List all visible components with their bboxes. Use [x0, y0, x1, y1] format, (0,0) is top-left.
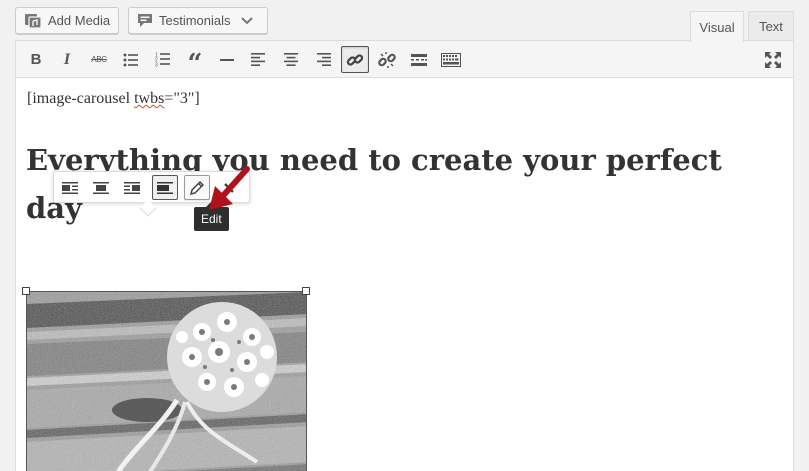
bold-button[interactable]: B	[22, 46, 50, 73]
image-align-none-button[interactable]	[152, 175, 178, 200]
image-align-left-icon	[62, 181, 78, 194]
image-align-none-icon	[157, 181, 173, 194]
bulleted-list-icon	[123, 53, 138, 66]
testimonials-label: Testimonials	[159, 13, 231, 28]
toolbar-toggle-button[interactable]	[437, 46, 465, 73]
add-media-button[interactable]: Add Media	[15, 7, 119, 34]
tab-visual-label: Visual	[699, 19, 735, 35]
fullscreen-button[interactable]	[759, 46, 787, 73]
image-align-center-button[interactable]	[88, 175, 114, 200]
read-more-button[interactable]	[405, 46, 433, 73]
image-align-right-icon	[124, 181, 140, 194]
add-media-label: Add Media	[48, 13, 111, 28]
horizontal-line-icon	[220, 58, 234, 61]
italic-icon: I	[63, 50, 71, 68]
bold-icon: B	[30, 51, 42, 68]
tab-text-label: Text	[759, 19, 783, 34]
italic-button[interactable]: I	[53, 46, 81, 73]
remove-link-button[interactable]	[373, 46, 401, 73]
image-align-center-icon	[93, 181, 109, 194]
image-align-right-button[interactable]	[119, 175, 145, 200]
horizontal-line-button[interactable]	[213, 46, 241, 73]
shortcode-prefix: [image-carousel	[27, 90, 135, 107]
align-left-button[interactable]	[245, 46, 273, 73]
link-icon	[346, 53, 364, 66]
bouquet-photo	[27, 292, 306, 471]
align-left-icon	[251, 53, 265, 66]
shortcode-suffix: ="3"]	[164, 90, 200, 107]
pencil-icon	[190, 180, 204, 195]
strikethrough-button[interactable]: ABC	[85, 46, 113, 73]
numbered-list-button[interactable]: 1 2 3	[149, 46, 177, 73]
tooltip-text: Edit	[201, 212, 222, 226]
bulleted-list-button[interactable]	[117, 46, 145, 73]
tab-visual[interactable]: Visual	[690, 11, 744, 42]
tab-text[interactable]: Text	[748, 11, 794, 41]
annotation-arrow-icon	[209, 166, 250, 210]
keyboard-icon	[441, 52, 461, 67]
editor: B I ABC 1 2 3 “ [image-carousel twbs="3"…	[15, 40, 794, 471]
read-more-icon	[411, 53, 427, 66]
resize-handle-ne[interactable]	[302, 287, 310, 295]
align-center-button[interactable]	[277, 46, 305, 73]
formatting-toolbar: B I ABC 1 2 3 “	[16, 41, 793, 78]
quote-icon: “	[187, 48, 203, 79]
unlink-icon	[378, 51, 396, 68]
align-right-icon	[317, 53, 331, 66]
testimonials-button[interactable]: Testimonials	[128, 7, 268, 34]
fullscreen-icon	[765, 51, 781, 68]
svg-text:3: 3	[155, 63, 158, 68]
resize-handle-nw[interactable]	[22, 287, 30, 295]
blockquote-button[interactable]: “	[181, 46, 209, 79]
spellcheck-word: twbs	[134, 90, 165, 107]
image-align-left-button[interactable]	[57, 175, 83, 200]
editor-content[interactable]: [image-carousel twbs="3"] Everything you…	[16, 78, 793, 471]
align-center-icon	[284, 53, 298, 66]
speech-bubble-icon	[137, 13, 153, 28]
media-icon	[24, 13, 42, 29]
shortcode-text: [image-carousel twbs="3"]	[27, 90, 200, 108]
chevron-down-icon	[240, 16, 253, 25]
numbered-list-icon: 1 2 3	[155, 53, 170, 68]
insert-link-button[interactable]	[341, 46, 369, 73]
bouquet-image[interactable]	[26, 291, 307, 471]
align-right-button[interactable]	[309, 46, 337, 73]
strikethrough-icon: ABC	[91, 55, 107, 64]
